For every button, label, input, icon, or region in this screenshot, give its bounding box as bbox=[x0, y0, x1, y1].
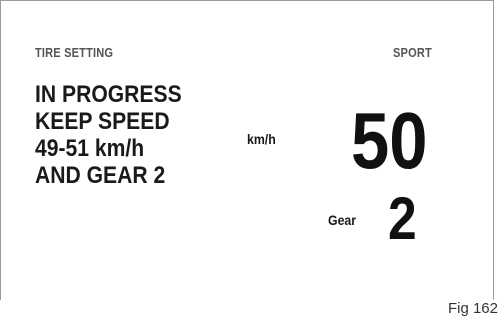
figure-caption: Fig 162 bbox=[447, 300, 498, 317]
speed-readout: 50 bbox=[351, 96, 428, 185]
message-line-1: IN PROGRESS bbox=[35, 81, 182, 108]
message-line-3: 49-51 km/h bbox=[35, 135, 145, 162]
gear-label: Gear bbox=[328, 212, 357, 228]
message-line-4: AND GEAR 2 bbox=[35, 162, 166, 189]
message-line-2: KEEP SPEED bbox=[35, 108, 170, 135]
status-message: IN PROGRESS KEEP SPEED 49-51 km/h AND GE… bbox=[35, 81, 182, 189]
riding-mode-label: SPORT bbox=[393, 45, 432, 60]
speed-unit-label: km/h bbox=[247, 131, 276, 147]
gear-readout: 2 bbox=[388, 185, 417, 252]
instrument-display: TIRE SETTING SPORT IN PROGRESS KEEP SPEE… bbox=[0, 0, 494, 300]
tire-setting-title: TIRE SETTING bbox=[35, 45, 114, 60]
